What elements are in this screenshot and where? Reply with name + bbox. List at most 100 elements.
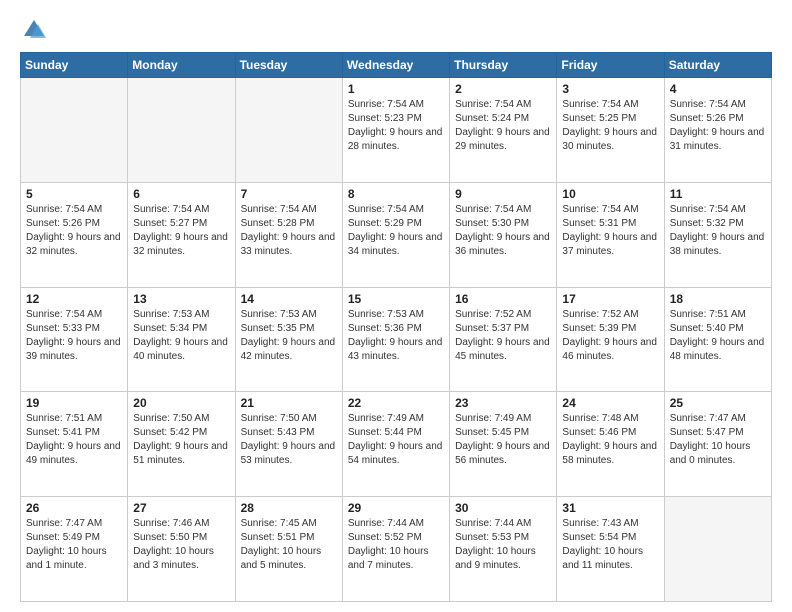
calendar-cell xyxy=(235,78,342,183)
day-info: Sunrise: 7:53 AM Sunset: 5:36 PM Dayligh… xyxy=(348,308,444,364)
calendar-cell: 18 Sunrise: 7:51 AM Sunset: 5:40 PM Dayli… xyxy=(664,287,771,392)
day-info: Sunrise: 7:44 AM Sunset: 5:53 PM Dayligh… xyxy=(455,517,551,573)
calendar-cell: 22 Sunrise: 7:49 AM Sunset: 5:44 PM Dayli… xyxy=(342,392,449,497)
day-number: 25 xyxy=(670,396,766,410)
calendar-cell: 25Sunrise: 7:47 AM Sunset: 5:47 PM Dayli… xyxy=(664,392,771,497)
calendar-cell: 12Sunrise: 7:54 AM Sunset: 5:33 PM Dayli… xyxy=(21,287,128,392)
weekday-header-tuesday: Tuesday xyxy=(235,53,342,78)
day-info: Sunrise: 7:54 AM Sunset: 5:26 PM Dayligh… xyxy=(670,98,766,154)
day-number: 7 xyxy=(241,187,337,201)
day-info: Sunrise: 7:54 AM Sunset: 5:32 PM Dayligh… xyxy=(670,203,766,259)
day-info: Sunrise: 7:53 AM Sunset: 5:35 PM Dayligh… xyxy=(241,308,337,364)
day-info: Sunrise: 7:54 AM Sunset: 5:31 PM Dayligh… xyxy=(562,203,658,259)
day-info: Sunrise: 7:47 AM Sunset: 5:49 PM Dayligh… xyxy=(26,517,122,573)
day-number: 19 xyxy=(26,396,122,410)
weekday-header-friday: Friday xyxy=(557,53,664,78)
day-number: 26 xyxy=(26,501,122,515)
day-number: 1 xyxy=(348,82,444,96)
day-number: 6 xyxy=(133,187,229,201)
logo-icon xyxy=(20,16,48,44)
day-number: 10 xyxy=(562,187,658,201)
calendar-cell: 2 Sunrise: 7:54 AM Sunset: 5:24 PM Daylig… xyxy=(450,78,557,183)
calendar-week-3: 12Sunrise: 7:54 AM Sunset: 5:33 PM Dayli… xyxy=(21,287,772,392)
calendar-cell: 15 Sunrise: 7:53 AM Sunset: 5:36 PM Dayli… xyxy=(342,287,449,392)
weekday-header-saturday: Saturday xyxy=(664,53,771,78)
calendar-cell: 5 Sunrise: 7:54 AM Sunset: 5:26 PM Daylig… xyxy=(21,182,128,287)
day-info: Sunrise: 7:50 AM Sunset: 5:43 PM Dayligh… xyxy=(241,412,337,468)
day-number: 21 xyxy=(241,396,337,410)
day-info: Sunrise: 7:43 AM Sunset: 5:54 PM Dayligh… xyxy=(562,517,658,573)
day-info: Sunrise: 7:54 AM Sunset: 5:29 PM Dayligh… xyxy=(348,203,444,259)
day-number: 15 xyxy=(348,292,444,306)
day-number: 27 xyxy=(133,501,229,515)
day-info: Sunrise: 7:48 AM Sunset: 5:46 PM Dayligh… xyxy=(562,412,658,468)
day-info: Sunrise: 7:54 AM Sunset: 5:24 PM Dayligh… xyxy=(455,98,551,154)
day-number: 4 xyxy=(670,82,766,96)
day-number: 23 xyxy=(455,396,551,410)
calendar-cell: 14 Sunrise: 7:53 AM Sunset: 5:35 PM Dayli… xyxy=(235,287,342,392)
day-info: Sunrise: 7:50 AM Sunset: 5:42 PM Dayligh… xyxy=(133,412,229,468)
page: SundayMondayTuesdayWednesdayThursdayFrid… xyxy=(0,0,792,612)
day-info: Sunrise: 7:49 AM Sunset: 5:44 PM Dayligh… xyxy=(348,412,444,468)
day-number: 5 xyxy=(26,187,122,201)
day-number: 22 xyxy=(348,396,444,410)
day-number: 20 xyxy=(133,396,229,410)
day-info: Sunrise: 7:54 AM Sunset: 5:28 PM Dayligh… xyxy=(241,203,337,259)
day-info: Sunrise: 7:54 AM Sunset: 5:23 PM Dayligh… xyxy=(348,98,444,154)
calendar-cell: 13 Sunrise: 7:53 AM Sunset: 5:34 PM Dayli… xyxy=(128,287,235,392)
day-number: 12 xyxy=(26,292,122,306)
calendar-cell: 6Sunrise: 7:54 AM Sunset: 5:27 PM Daylig… xyxy=(128,182,235,287)
calendar-cell: 28Sunrise: 7:45 AM Sunset: 5:51 PM Dayli… xyxy=(235,497,342,602)
calendar-cell: 1 Sunrise: 7:54 AM Sunset: 5:23 PM Daylig… xyxy=(342,78,449,183)
day-number: 17 xyxy=(562,292,658,306)
day-info: Sunrise: 7:51 AM Sunset: 5:41 PM Dayligh… xyxy=(26,412,122,468)
day-number: 16 xyxy=(455,292,551,306)
calendar-cell xyxy=(128,78,235,183)
day-info: Sunrise: 7:45 AM Sunset: 5:51 PM Dayligh… xyxy=(241,517,337,573)
calendar-cell: 8Sunrise: 7:54 AM Sunset: 5:29 PM Daylig… xyxy=(342,182,449,287)
day-number: 11 xyxy=(670,187,766,201)
day-info: Sunrise: 7:54 AM Sunset: 5:26 PM Dayligh… xyxy=(26,203,122,259)
day-info: Sunrise: 7:54 AM Sunset: 5:30 PM Dayligh… xyxy=(455,203,551,259)
day-info: Sunrise: 7:53 AM Sunset: 5:34 PM Dayligh… xyxy=(133,308,229,364)
day-number: 29 xyxy=(348,501,444,515)
day-info: Sunrise: 7:51 AM Sunset: 5:40 PM Dayligh… xyxy=(670,308,766,364)
calendar-cell xyxy=(21,78,128,183)
calendar-cell: 17 Sunrise: 7:52 AM Sunset: 5:39 PM Dayli… xyxy=(557,287,664,392)
calendar-cell: 31 Sunrise: 7:43 AM Sunset: 5:54 PM Dayli… xyxy=(557,497,664,602)
calendar-week-2: 5 Sunrise: 7:54 AM Sunset: 5:26 PM Daylig… xyxy=(21,182,772,287)
day-info: Sunrise: 7:49 AM Sunset: 5:45 PM Dayligh… xyxy=(455,412,551,468)
calendar-cell: 9 Sunrise: 7:54 AM Sunset: 5:30 PM Daylig… xyxy=(450,182,557,287)
day-info: Sunrise: 7:44 AM Sunset: 5:52 PM Dayligh… xyxy=(348,517,444,573)
calendar-cell xyxy=(664,497,771,602)
calendar-cell: 23 Sunrise: 7:49 AM Sunset: 5:45 PM Dayli… xyxy=(450,392,557,497)
day-info: Sunrise: 7:54 AM Sunset: 5:25 PM Dayligh… xyxy=(562,98,658,154)
day-number: 18 xyxy=(670,292,766,306)
day-info: Sunrise: 7:46 AM Sunset: 5:50 PM Dayligh… xyxy=(133,517,229,573)
day-number: 9 xyxy=(455,187,551,201)
weekday-header-monday: Monday xyxy=(128,53,235,78)
calendar-cell: 10 Sunrise: 7:54 AM Sunset: 5:31 PM Dayli… xyxy=(557,182,664,287)
weekday-header-thursday: Thursday xyxy=(450,53,557,78)
calendar-cell: 19 Sunrise: 7:51 AM Sunset: 5:41 PM Dayli… xyxy=(21,392,128,497)
calendar-table: SundayMondayTuesdayWednesdayThursdayFrid… xyxy=(20,52,772,602)
day-number: 3 xyxy=(562,82,658,96)
day-number: 30 xyxy=(455,501,551,515)
weekday-header-sunday: Sunday xyxy=(21,53,128,78)
day-info: Sunrise: 7:52 AM Sunset: 5:39 PM Dayligh… xyxy=(562,308,658,364)
header xyxy=(20,16,772,44)
day-number: 13 xyxy=(133,292,229,306)
calendar-cell: 4 Sunrise: 7:54 AM Sunset: 5:26 PM Daylig… xyxy=(664,78,771,183)
calendar-cell: 29 Sunrise: 7:44 AM Sunset: 5:52 PM Dayli… xyxy=(342,497,449,602)
calendar-cell: 11 Sunrise: 7:54 AM Sunset: 5:32 PM Dayli… xyxy=(664,182,771,287)
calendar-cell: 30 Sunrise: 7:44 AM Sunset: 5:53 PM Dayli… xyxy=(450,497,557,602)
calendar-cell: 20 Sunrise: 7:50 AM Sunset: 5:42 PM Dayli… xyxy=(128,392,235,497)
day-number: 2 xyxy=(455,82,551,96)
logo xyxy=(20,16,52,44)
day-number: 14 xyxy=(241,292,337,306)
day-number: 31 xyxy=(562,501,658,515)
calendar-cell: 16 Sunrise: 7:52 AM Sunset: 5:37 PM Dayli… xyxy=(450,287,557,392)
day-number: 24 xyxy=(562,396,658,410)
calendar-week-4: 19 Sunrise: 7:51 AM Sunset: 5:41 PM Dayli… xyxy=(21,392,772,497)
day-info: Sunrise: 7:52 AM Sunset: 5:37 PM Dayligh… xyxy=(455,308,551,364)
